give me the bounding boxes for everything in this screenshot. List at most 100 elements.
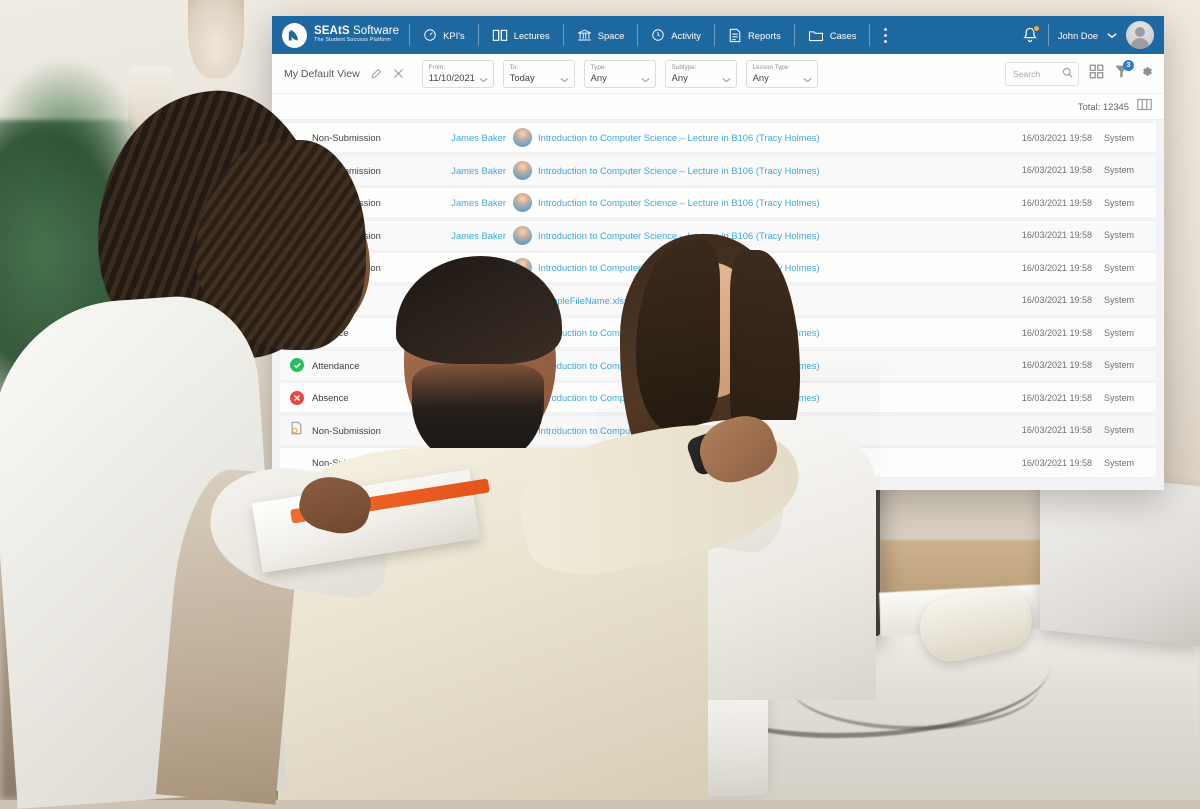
row-user-link[interactable]: James Baker bbox=[440, 425, 506, 436]
magnifier-icon[interactable] bbox=[1062, 65, 1073, 83]
row-category: Non-Submission bbox=[312, 424, 381, 436]
table-row[interactable]: Absence James Baker Introduction to Comput… bbox=[280, 318, 1156, 347]
row-title-link[interactable]: Introduction to Computer Science – Lectu… bbox=[538, 262, 996, 273]
chevron-down-icon[interactable] bbox=[722, 70, 731, 88]
row-category: Non-Submission bbox=[312, 132, 381, 143]
row-source: System bbox=[1104, 132, 1135, 143]
nav-label-lectures: Lectures bbox=[513, 29, 550, 41]
row-user-link[interactable]: James Baker bbox=[440, 295, 506, 306]
absence-cross-icon bbox=[290, 325, 304, 340]
table-row[interactable]: Non-Submission James Baker Introduction to… bbox=[280, 220, 1156, 250]
row-user-link[interactable]: James Baker bbox=[440, 262, 506, 273]
activity-grid[interactable]: Non-Submission James Baker Introduction to… bbox=[272, 120, 1164, 490]
student-avatar-icon bbox=[506, 453, 538, 472]
table-row[interactable]: Non-Submission James Baker Introduction to… bbox=[280, 123, 1156, 152]
nav-item-kpis[interactable]: KPI's bbox=[410, 16, 478, 54]
user-name-label[interactable]: John Doe bbox=[1058, 30, 1098, 41]
row-title-link[interactable]: Introduction to Computer Science – Lectu… bbox=[538, 165, 996, 176]
row-user-link[interactable]: James Baker bbox=[440, 457, 506, 468]
row-user-link[interactable]: James Baker bbox=[440, 230, 506, 241]
row-status-icon bbox=[290, 358, 312, 372]
table-row[interactable]: Non-Submission James Baker Introduction to… bbox=[280, 155, 1156, 185]
nav-item-reports[interactable]: Reports bbox=[715, 16, 794, 54]
row-title-link[interactable]: Introduction to Computer Science – Lectu… bbox=[538, 457, 996, 468]
row-title-link[interactable]: Introduction to Computer Science – Lectu… bbox=[538, 360, 996, 371]
table-row[interactable]: Attendance James Baker Introduction to Com… bbox=[280, 350, 1156, 380]
row-source: System bbox=[1104, 327, 1135, 338]
nav-item-activity[interactable]: Activity bbox=[638, 16, 714, 54]
nav-item-space[interactable]: Space bbox=[564, 16, 638, 54]
row-user-link[interactable]: James Baker bbox=[440, 165, 506, 176]
nav-divider bbox=[1047, 24, 1049, 46]
close-x-icon[interactable] bbox=[392, 68, 405, 79]
row-status-icon bbox=[290, 421, 312, 440]
bell-icon[interactable] bbox=[1022, 25, 1040, 44]
row-date: 16/03/2021 19:58 bbox=[1021, 132, 1092, 143]
row-title-link[interactable]: Introduction to Computer Science – Lectu… bbox=[538, 132, 996, 143]
row-user-link[interactable]: James Baker bbox=[440, 392, 506, 403]
row-title-link[interactable]: Introduction to Computer Science – Lectu… bbox=[538, 197, 996, 208]
row-date: 16/03/2021 19:58 bbox=[1021, 197, 1092, 208]
filter-group: From: 11/10/2021 To: Today Type: Any Sub… bbox=[421, 59, 818, 88]
row-source: System bbox=[1104, 197, 1135, 208]
search-box[interactable] bbox=[1005, 61, 1079, 86]
nav-label-activity: Activity bbox=[671, 29, 701, 41]
nav-item-cases[interactable]: Cases bbox=[795, 16, 870, 54]
student-avatar-icon bbox=[506, 355, 538, 375]
row-title-link[interactable]: SampleFileName.xlsx bbox=[538, 295, 996, 306]
row-category: Non-Submission bbox=[312, 197, 381, 208]
filter-to[interactable]: To: Today bbox=[502, 59, 575, 88]
student-avatar-icon bbox=[506, 388, 538, 407]
student-avatar-icon bbox=[506, 290, 538, 310]
columns-layout-icon[interactable] bbox=[1137, 98, 1152, 116]
clock-icon bbox=[651, 28, 665, 42]
student-avatar-icon bbox=[506, 258, 538, 277]
row-source: System bbox=[1104, 425, 1135, 435]
nav-item-lectures[interactable]: Lectures bbox=[479, 16, 563, 54]
filter-toolbar: My Default View From: 11/10/2021 To: Tod… bbox=[272, 54, 1164, 94]
row-date: 16/03/2021 19:58 bbox=[1021, 295, 1092, 305]
chevron-down-icon[interactable] bbox=[803, 70, 812, 88]
filter-from[interactable]: From: 11/10/2021 bbox=[421, 59, 494, 88]
filter-type[interactable]: Type: Any bbox=[583, 59, 656, 88]
row-title-link[interactable]: Introduction to Computer Science – Lectu… bbox=[538, 392, 996, 403]
grid-layout-icon[interactable] bbox=[1089, 64, 1104, 84]
pencil-icon[interactable] bbox=[369, 68, 383, 80]
table-row[interactable]: Attachment James Baker SampleFileName.xlsx… bbox=[280, 285, 1156, 315]
user-avatar-icon[interactable] bbox=[1126, 21, 1154, 49]
row-source: System bbox=[1104, 392, 1135, 403]
row-title-link[interactable]: Introduction to Computer Science – Homew… bbox=[538, 425, 996, 436]
chevron-down-icon[interactable] bbox=[1107, 26, 1117, 44]
notification-badge-dot bbox=[1032, 25, 1040, 32]
table-row[interactable]: Non-Submission James Baker Introduction to… bbox=[280, 448, 1156, 477]
row-user-link[interactable]: James Baker bbox=[440, 132, 506, 143]
student-avatar-icon bbox=[506, 420, 538, 440]
chevron-down-icon[interactable] bbox=[560, 70, 569, 88]
filter-funnel-icon[interactable]: 3 bbox=[1114, 59, 1134, 84]
row-category: Absence bbox=[312, 327, 349, 338]
student-avatar-icon bbox=[506, 160, 538, 180]
row-category: Non-Submission bbox=[312, 457, 381, 468]
row-user-link[interactable]: James Baker bbox=[440, 360, 506, 371]
table-row[interactable]: Non-Submission James Baker Introduction to… bbox=[280, 253, 1156, 282]
row-title-link[interactable]: Introduction to Computer Science – Lectu… bbox=[538, 327, 996, 338]
table-row[interactable]: Non-Submission James Baker Introduction to… bbox=[280, 188, 1156, 217]
gear-icon[interactable] bbox=[1139, 64, 1154, 84]
vertical-dots-icon[interactable] bbox=[870, 27, 901, 43]
brand-logo-block[interactable]: SEAtS Software The Student Success Platf… bbox=[278, 22, 409, 48]
chevron-down-icon[interactable] bbox=[641, 70, 650, 88]
chevron-down-icon[interactable] bbox=[479, 70, 488, 88]
row-source: System bbox=[1104, 457, 1135, 468]
filter-subtype[interactable]: Subtype: Any bbox=[664, 59, 737, 88]
nav-label-kpis: KPI's bbox=[443, 29, 465, 41]
table-row[interactable]: Absence James Baker Introduction to Comput… bbox=[280, 383, 1156, 412]
row-title-link[interactable]: Introduction to Computer Science – Lectu… bbox=[538, 230, 996, 241]
search-input[interactable] bbox=[1011, 67, 1059, 80]
row-user-link[interactable]: James Baker bbox=[440, 197, 506, 208]
row-user-link[interactable]: James Baker bbox=[440, 327, 506, 338]
current-view-name[interactable]: My Default View bbox=[284, 68, 360, 80]
filter-lesson-type[interactable]: Lesson Type: Any bbox=[745, 59, 818, 88]
seats-leaf-logo-icon bbox=[282, 22, 307, 48]
nav-label-reports: Reports bbox=[748, 29, 781, 41]
table-row[interactable]: Non-Submission James Baker Introduction to… bbox=[280, 415, 1156, 445]
